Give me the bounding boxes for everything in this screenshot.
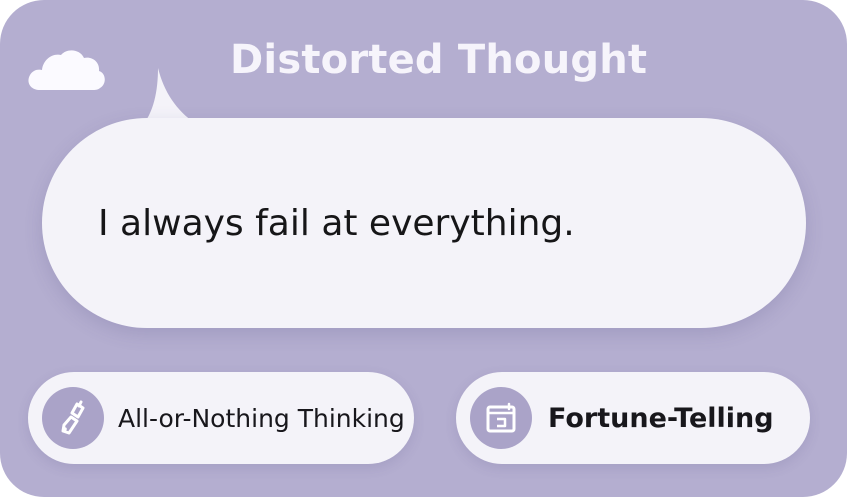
distortion-label: All-or-Nothing Thinking — [118, 403, 405, 433]
calendar-icon — [470, 387, 532, 449]
distorted-thought-card: Distorted Thought I always fail at every… — [0, 0, 847, 497]
cloud-icon — [28, 50, 105, 90]
thought-bubble: I always fail at everything. — [42, 118, 806, 328]
distortion-chip-fortune-telling[interactable]: Fortune-Telling — [456, 372, 810, 464]
distortion-label: Fortune-Telling — [548, 402, 774, 434]
thought-text: I always fail at everything. — [98, 202, 575, 244]
broken-pencil-icon — [42, 387, 104, 449]
distortion-chip-all-or-nothing[interactable]: All-or-Nothing Thinking — [28, 372, 414, 464]
card-title: Distorted Thought — [230, 37, 648, 83]
